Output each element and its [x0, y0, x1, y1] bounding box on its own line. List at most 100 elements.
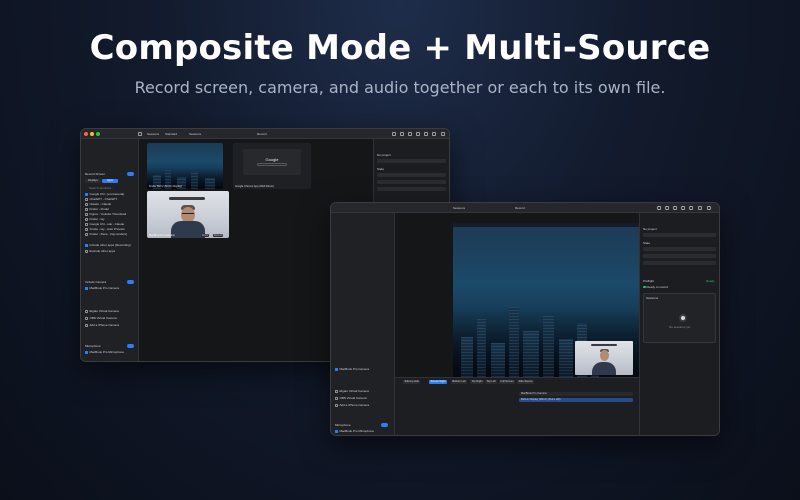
project-path-field[interactable] [377, 159, 446, 163]
record-icon[interactable] [392, 132, 396, 136]
camera-item[interactable]: MacBook Pro Camera [335, 367, 369, 371]
layout-chip[interactable]: Bottom Left [451, 380, 468, 384]
state-field[interactable] [377, 173, 446, 177]
source-row-selected[interactable]: Built-in Display (Mirror) (FULL HD) [519, 398, 633, 402]
mic-item[interactable]: MacBook Pro Microphone [335, 429, 374, 433]
tile-caption: MacBook Pro Camera [149, 234, 175, 237]
record-icon[interactable] [657, 206, 661, 210]
google-logo: Google [265, 157, 279, 162]
apps-option[interactable]: Apps [102, 179, 118, 183]
project-path-field[interactable] [643, 233, 716, 237]
include-camera-toggle[interactable] [127, 280, 134, 284]
gear-icon[interactable] [441, 132, 445, 136]
camera-item[interactable]: OBS Virtual Camera [85, 316, 117, 320]
screen-preview-tile[interactable]: Finder Bell 2 (Mirror Display) [147, 143, 223, 189]
display-icon[interactable] [416, 132, 420, 136]
window-item[interactable]: Claude - Claude [85, 202, 111, 206]
mic-icon[interactable] [400, 132, 404, 136]
layout-chip[interactable]: Full Screen [499, 380, 516, 384]
camera-item[interactable]: OBS Virtual Camera [335, 396, 367, 400]
ready-badge: Ready [706, 279, 715, 283]
record-button[interactable]: Record [515, 206, 525, 210]
sessions-dropdown[interactable]: Sessions [147, 132, 159, 136]
sessions-empty-text: No sessions yet [669, 325, 691, 329]
zoom-icon[interactable] [96, 132, 100, 136]
layout-icon[interactable] [424, 132, 428, 136]
refresh-button[interactable]: Refresh [213, 234, 224, 237]
microphone-label: Microphone [335, 423, 351, 427]
standard-dropdown[interactable]: Standard [165, 132, 177, 136]
notes-field[interactable] [643, 254, 716, 258]
minimize-icon[interactable] [90, 132, 94, 136]
zoom-button[interactable]: Zoom [201, 234, 210, 237]
camera-overlay[interactable] [575, 341, 633, 375]
window-item[interactable]: Xcode - lay - Auto Preview [85, 227, 125, 231]
right-titlebar: Sessions Record [331, 203, 719, 213]
camera-item[interactable]: MacBook Pro Camera [85, 286, 119, 290]
window-item[interactable]: Google Chr...ook - Claude [85, 222, 124, 226]
microphone-label: Microphone [85, 344, 101, 348]
layout-chip[interactable]: Top Right [470, 380, 484, 384]
camera-item[interactable]: Add a iPhone Camera [335, 403, 369, 407]
sidebar-toggle-icon[interactable] [138, 132, 142, 136]
hero-subtitle: Record screen, camera, and audio togethe… [134, 78, 666, 97]
window-item[interactable]: ChatGPT - ChatGPT [85, 197, 117, 201]
chrome-preview-tile[interactable]: Google Google Chrome App (Web Direct) [233, 143, 311, 189]
window-item[interactable]: Finder - lay [85, 217, 105, 221]
close-icon[interactable] [84, 132, 88, 136]
panel-icon[interactable] [698, 206, 702, 210]
camera-preview-tile[interactable]: MacBook Pro Camera Zoom Refresh [147, 191, 229, 238]
search-windows-input[interactable]: Search windows... [89, 186, 113, 190]
display-icon[interactable] [681, 206, 685, 210]
record-screen-label: Record Screen [85, 172, 106, 176]
record-button[interactable]: Record [257, 132, 267, 136]
state-label: State [377, 167, 385, 171]
camera-item[interactable]: Elgato Virtual Camera [335, 389, 369, 393]
ready-status: Ready to record [643, 285, 668, 289]
source-row[interactable]: MacBook Pro Camera [519, 392, 633, 396]
layout-bar: Side-by-side Screen Right Bottom Left To… [395, 377, 639, 435]
tile-caption: Google Chrome App (Web Direct) [235, 185, 274, 188]
mic-item[interactable]: MacBook Pro Microphone [85, 350, 124, 354]
mic-icon[interactable] [665, 206, 669, 210]
microphone-toggle[interactable] [381, 423, 388, 427]
layout-chip-active[interactable]: Screen Right [429, 380, 447, 384]
right-right-panel: No project State Preflight Ready Ready t… [639, 213, 719, 435]
displays-option[interactable]: Displays [85, 179, 101, 183]
panel-icon[interactable] [432, 132, 436, 136]
window-item[interactable]: Google Chr...(en-General) [85, 192, 124, 196]
gear-icon[interactable] [707, 206, 711, 210]
camera-icon[interactable] [673, 206, 677, 210]
left-sidebar: Record Screen Displays Apps Search windo… [81, 139, 139, 361]
left-titlebar: Sessions Standard Sessions Record [81, 129, 449, 139]
layout-chip[interactable]: Top Left [485, 380, 498, 384]
notes-field[interactable] [377, 180, 446, 184]
layout-chip[interactable]: Side-by-side [403, 380, 421, 384]
menu-bar [453, 223, 641, 227]
right-app-window: Sessions Record MacBook Pro Camera Elgat… [330, 202, 720, 436]
tile-caption: Finder Bell 2 (Mirror Display) [149, 185, 183, 188]
project-label: No project [643, 227, 657, 231]
layout-icon[interactable] [689, 206, 693, 210]
project-label: No project [377, 153, 391, 157]
state-field[interactable] [643, 247, 716, 251]
composite-screen-preview[interactable] [453, 223, 641, 377]
record-screen-toggle[interactable] [127, 172, 134, 176]
window-item[interactable]: Finder - Rece...(lay-renders) [85, 232, 127, 236]
camera-icon[interactable] [408, 132, 412, 136]
tags-field[interactable] [643, 261, 716, 265]
sessions-box: Sessions No sessions yet [643, 293, 716, 343]
window-item[interactable]: Finder - Finder [85, 207, 109, 211]
camera-item[interactable]: Add a iPhone Camera [85, 323, 119, 327]
record-circle-icon[interactable] [679, 314, 687, 322]
sessions-tab[interactable]: Sessions [189, 132, 201, 136]
include-other-apps[interactable]: Include other apps (Recording) [85, 243, 131, 247]
camera-item[interactable]: Elgato Virtual Camera [85, 309, 119, 313]
sessions-label: Sessions [646, 296, 659, 300]
exclude-other-apps[interactable]: Exclude other apps [85, 249, 115, 253]
sessions-tab[interactable]: Sessions [453, 206, 465, 210]
tags-field[interactable] [377, 187, 446, 191]
microphone-toggle[interactable] [127, 344, 134, 348]
window-item[interactable]: Figma - Youtube Thumbnail [85, 212, 126, 216]
layout-chip[interactable]: Side Source [517, 380, 535, 384]
